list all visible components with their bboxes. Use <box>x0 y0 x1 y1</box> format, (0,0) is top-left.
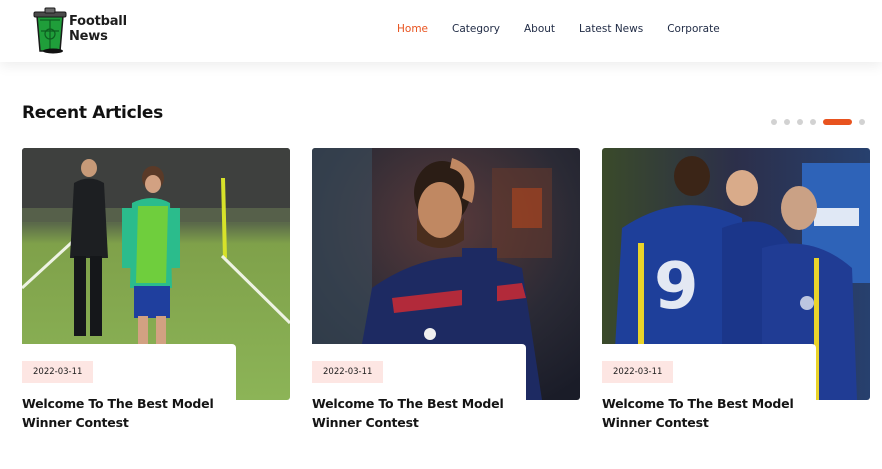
slider-dot[interactable] <box>797 119 803 125</box>
slider-pagination <box>771 118 865 126</box>
article-card-body: 2022-03-11 Welcome To The Best Model Win… <box>602 344 816 438</box>
article-title[interactable]: Welcome To The Best Model Winner Contest <box>602 394 812 432</box>
slider-dot[interactable] <box>784 119 790 125</box>
article-card[interactable]: 2022-03-11 Welcome To The Best Model Win… <box>312 148 580 438</box>
article-title[interactable]: Welcome To The Best Model Winner Contest <box>22 394 232 432</box>
date-badge: 2022-03-11 <box>22 361 94 383</box>
logo-text: Football News <box>69 14 127 44</box>
site-logo[interactable]: Football News <box>31 6 141 56</box>
nav-corporate[interactable]: Corporate <box>667 23 720 35</box>
nav-about[interactable]: About <box>524 23 555 35</box>
article-card-body: 2022-03-11 Welcome To The Best Model Win… <box>312 344 526 438</box>
logo-line1: Football <box>69 14 127 29</box>
nav-home[interactable]: Home <box>397 23 428 35</box>
article-card-body: 2022-03-11 Welcome To The Best Model Win… <box>22 344 236 438</box>
slider-dot[interactable] <box>859 119 865 125</box>
nav-category[interactable]: Category <box>452 23 500 35</box>
article-card[interactable]: 2022-03-11 Welcome To The Best Model Win… <box>22 148 290 438</box>
main-nav: Home Category About Latest News Corporat… <box>397 23 720 35</box>
article-title[interactable]: Welcome To The Best Model Winner Contest <box>312 394 522 432</box>
slider-dot-active[interactable] <box>823 119 852 125</box>
nav-latest-news[interactable]: Latest News <box>579 23 643 35</box>
date-badge: 2022-03-11 <box>602 361 674 383</box>
section-title: Recent Articles <box>22 103 163 123</box>
slider-dot[interactable] <box>771 119 777 125</box>
slider-dot[interactable] <box>810 119 816 125</box>
svg-text:9: 9 <box>654 250 699 324</box>
article-card[interactable]: 9 2022-03-11 Welcome To The Best Model W… <box>602 148 870 438</box>
trash-can-logo-icon <box>33 7 67 54</box>
date-badge: 2022-03-11 <box>312 361 384 383</box>
logo-line2: News <box>69 29 108 44</box>
site-header: Football News Home Category About Latest… <box>0 0 882 62</box>
